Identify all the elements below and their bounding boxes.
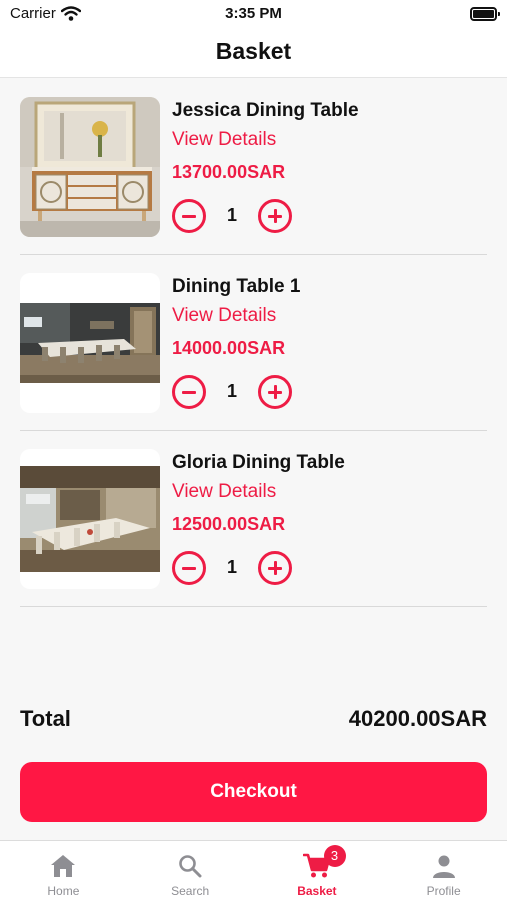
product-price: 14000.00SAR bbox=[172, 338, 286, 358]
tab-label: Basket bbox=[297, 884, 337, 898]
quantity-stepper: 1 bbox=[172, 199, 294, 233]
quantity-stepper: 1 bbox=[172, 551, 294, 585]
person-icon bbox=[432, 855, 455, 878]
dining-room-image bbox=[20, 466, 160, 572]
view-details-link[interactable]: View Details bbox=[172, 129, 276, 151]
sideboard-image bbox=[20, 97, 160, 237]
increase-quantity-button[interactable] bbox=[258, 199, 292, 233]
product-name: Jessica Dining Table bbox=[172, 100, 359, 121]
cart-count-badge: 3 bbox=[323, 845, 346, 867]
product-name: Dining Table 1 bbox=[172, 276, 301, 297]
product-price: 12500.00SAR bbox=[172, 514, 286, 534]
total-label: Total bbox=[20, 706, 71, 731]
tab-label: Home bbox=[47, 884, 80, 898]
nav-header: Basket bbox=[0, 30, 507, 78]
tab-bar: Home Search 3 Basket Profile bbox=[0, 840, 507, 900]
tab-label: Profile bbox=[426, 884, 461, 898]
tab-basket[interactable]: 3 Basket bbox=[254, 841, 381, 900]
dining-room-image bbox=[20, 303, 160, 383]
product-image[interactable] bbox=[20, 449, 160, 589]
decrease-quantity-button[interactable] bbox=[172, 199, 206, 233]
quantity-value: 1 bbox=[226, 557, 237, 577]
basket-item: Jessica Dining Table View Details 13700.… bbox=[20, 97, 487, 255]
product-price: 13700.00SAR bbox=[172, 162, 286, 182]
basket-item: Gloria Dining Table View Details 12500.0… bbox=[20, 449, 487, 607]
quantity-value: 1 bbox=[226, 205, 237, 225]
decrease-quantity-button[interactable] bbox=[172, 551, 206, 585]
tab-home[interactable]: Home bbox=[0, 841, 127, 900]
total-amount: 40200.00SAR bbox=[348, 706, 487, 731]
tab-search[interactable]: Search bbox=[127, 841, 254, 900]
home-icon bbox=[51, 855, 76, 877]
product-name: Gloria Dining Table bbox=[172, 452, 345, 473]
quantity-stepper: 1 bbox=[172, 375, 294, 409]
decrease-quantity-button[interactable] bbox=[172, 375, 206, 409]
status-time: 3:35 PM bbox=[225, 5, 282, 22]
product-image[interactable] bbox=[20, 273, 160, 413]
battery-icon bbox=[470, 7, 500, 21]
product-image[interactable] bbox=[20, 97, 160, 237]
tab-label: Search bbox=[171, 884, 210, 898]
increase-quantity-button[interactable] bbox=[258, 375, 292, 409]
view-details-link[interactable]: View Details bbox=[172, 481, 276, 503]
basket-item: Dining Table 1 View Details 14000.00SAR … bbox=[20, 273, 487, 431]
increase-quantity-button[interactable] bbox=[258, 551, 292, 585]
view-details-link[interactable]: View Details bbox=[172, 305, 276, 327]
checkout-button[interactable]: Checkout bbox=[20, 762, 487, 822]
tab-profile[interactable]: Profile bbox=[380, 841, 507, 900]
search-icon bbox=[179, 855, 202, 878]
status-bar: Carrier 3:35 PM bbox=[0, 0, 507, 30]
page-title: Basket bbox=[215, 38, 292, 64]
quantity-value: 1 bbox=[226, 381, 237, 401]
